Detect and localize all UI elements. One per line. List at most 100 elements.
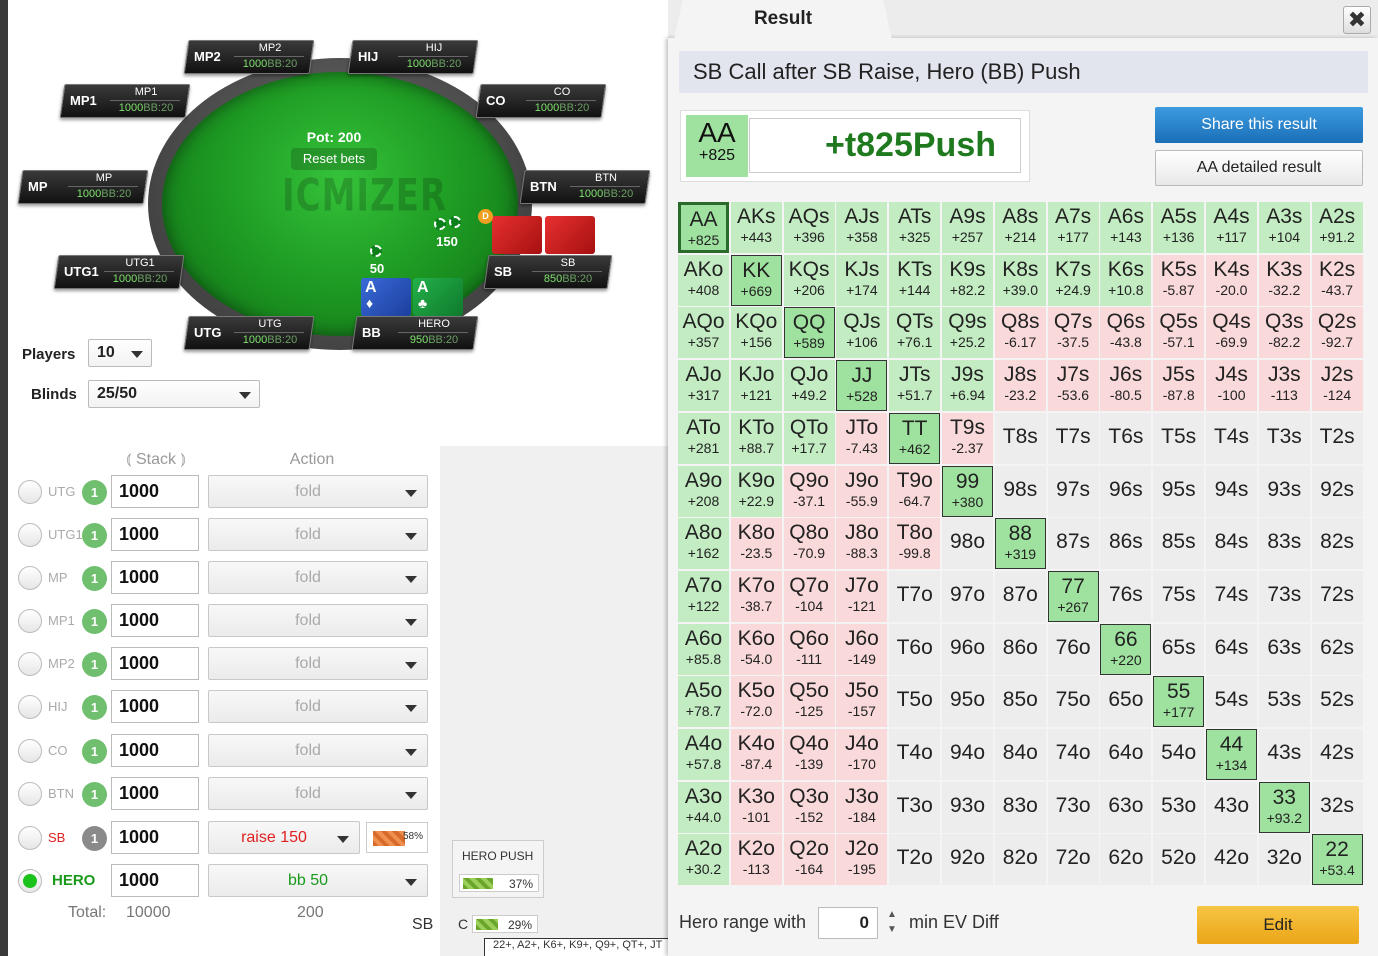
hand-cell[interactable]: JJ +528 <box>836 360 888 412</box>
hand-cell[interactable]: AJo +317 <box>678 360 729 412</box>
hand-cell[interactable]: TT +462 <box>889 412 941 464</box>
hand-cell[interactable]: J6o -149 <box>836 623 888 675</box>
seat-mp1[interactable]: MP1 MP1 1000BB:20 <box>59 84 191 118</box>
action-select[interactable]: fold <box>208 777 428 810</box>
hand-cell[interactable]: 83s <box>1258 518 1310 570</box>
hand-cell[interactable]: ATs +325 <box>889 202 941 253</box>
hand-cell[interactable]: J2s -124 <box>1311 360 1363 412</box>
stepper-up-icon[interactable]: ▲ <box>882 907 902 922</box>
hand-cell[interactable]: 98s <box>994 465 1046 517</box>
hand-cell[interactable]: K7s +24.9 <box>1047 254 1099 306</box>
action-select[interactable]: fold <box>208 518 428 551</box>
hand-cell[interactable]: 82s <box>1311 518 1363 570</box>
hand-cell[interactable]: AKo +408 <box>678 254 729 306</box>
hand-cell[interactable]: QTs +76.1 <box>889 307 941 359</box>
action-select[interactable]: fold <box>208 604 428 637</box>
hand-cell[interactable]: 75o <box>1047 676 1099 728</box>
hand-cell[interactable]: T9s -2.37 <box>942 412 993 464</box>
player-badge[interactable]: 1 <box>82 739 107 764</box>
hero-radio[interactable] <box>18 480 42 504</box>
hand-cell[interactable]: A9o +208 <box>678 465 729 517</box>
hand-cell[interactable]: 64s <box>1206 623 1257 675</box>
hand-cell[interactable]: A4o +57.8 <box>678 729 729 780</box>
seat-utg1[interactable]: UTG1 UTG1 1000BB:20 <box>53 255 185 289</box>
raise-range-percent[interactable]: 58% <box>366 822 428 853</box>
hero-radio[interactable] <box>18 652 42 676</box>
player-badge[interactable]: 1 <box>82 480 107 505</box>
hand-cell[interactable]: A5s +136 <box>1153 202 1205 253</box>
hand-cell[interactable]: J8s -23.2 <box>994 360 1046 412</box>
hand-cell[interactable]: 72o <box>1047 834 1099 886</box>
hand-cell[interactable]: 93s <box>1258 465 1310 517</box>
hand-cell[interactable]: J4o -170 <box>836 729 888 780</box>
stepper-down-icon[interactable]: ▼ <box>882 922 902 937</box>
hand-cell[interactable]: 97s <box>1047 465 1099 517</box>
hand-cell[interactable]: Q7s -37.5 <box>1047 307 1099 359</box>
seat-mp2[interactable]: MP2 MP2 1000BB:20 <box>183 40 315 74</box>
hand-cell[interactable]: 72s <box>1311 570 1363 622</box>
hero-radio[interactable] <box>18 739 42 763</box>
hand-cell[interactable]: 44 +134 <box>1206 729 1257 780</box>
hand-cell[interactable]: K8o -23.5 <box>730 518 782 570</box>
hand-cell[interactable]: T3o <box>889 781 941 833</box>
stack-input[interactable]: 1000 <box>111 821 199 854</box>
hand-cell[interactable]: 85o <box>994 676 1046 728</box>
hand-cell[interactable]: KK +669 <box>730 254 782 306</box>
hero-radio[interactable] <box>18 523 42 547</box>
hand-cell[interactable]: J4s -100 <box>1206 360 1257 412</box>
players-select[interactable]: 10 <box>88 339 152 367</box>
stack-input[interactable]: 1000 <box>111 647 199 680</box>
hand-cell[interactable]: 99 +380 <box>942 465 993 517</box>
hand-cell[interactable]: K9s +82.2 <box>942 254 993 306</box>
hand-cell[interactable]: 55 +177 <box>1153 676 1205 728</box>
hand-cell[interactable]: T4s <box>1206 412 1257 464</box>
hand-cell[interactable]: J9o -55.9 <box>836 465 888 517</box>
hand-cell[interactable]: Q8s -6.17 <box>994 307 1046 359</box>
seat-hij[interactable]: HIJ HIJ 1000BB:20 <box>347 40 479 74</box>
hero-radio[interactable] <box>18 695 42 719</box>
hand-cell[interactable]: T5o <box>889 676 941 728</box>
hand-cell[interactable]: 73o <box>1047 781 1099 833</box>
player-badge[interactable]: 1 <box>82 782 107 807</box>
hand-cell[interactable]: AA +825 <box>678 202 729 253</box>
hand-cell[interactable]: A2s +91.2 <box>1311 202 1363 253</box>
action-select[interactable]: fold <box>208 561 428 594</box>
hand-cell[interactable]: KTo +88.7 <box>730 412 782 464</box>
player-badge[interactable]: 1 <box>82 652 107 677</box>
hand-cell[interactable]: T3s <box>1258 412 1310 464</box>
hand-cell[interactable]: AJs +358 <box>836 202 888 253</box>
hand-cell[interactable]: AQs +396 <box>783 202 835 253</box>
hand-cell[interactable]: 87s <box>1047 518 1099 570</box>
hand-cell[interactable]: A2o +30.2 <box>678 834 729 886</box>
hand-cell[interactable]: 75s <box>1153 570 1205 622</box>
seat-hero-bb[interactable]: BB HERO 950BB:20 <box>351 316 479 350</box>
hand-cell[interactable]: Q7o -104 <box>783 570 835 622</box>
hand-cell[interactable]: JTo -7.43 <box>836 412 888 464</box>
hand-cell[interactable]: 66 +220 <box>1100 623 1152 675</box>
edit-button[interactable]: Edit <box>1197 906 1359 944</box>
hand-cell[interactable]: T8s <box>994 412 1046 464</box>
hand-cell[interactable]: AKs +443 <box>730 202 782 253</box>
hand-cell[interactable]: A3o +44.0 <box>678 781 729 833</box>
call-range-bar[interactable]: 29% <box>472 915 538 933</box>
hand-cell[interactable]: 32s <box>1311 781 1363 833</box>
hand-cell[interactable]: J2o -195 <box>836 834 888 886</box>
result-tab[interactable]: Result <box>674 0 892 40</box>
hand-cell[interactable]: Q4s -69.9 <box>1206 307 1257 359</box>
hand-cell[interactable]: A8s +214 <box>994 202 1046 253</box>
stack-input[interactable]: 1000 <box>111 864 199 897</box>
hand-cell[interactable]: KTs +144 <box>889 254 941 306</box>
hand-cell[interactable]: Q3s -82.2 <box>1258 307 1310 359</box>
hand-cell[interactable]: 82o <box>994 834 1046 886</box>
hand-cell[interactable]: K2s -43.7 <box>1311 254 1363 306</box>
hand-cell[interactable]: QJo +49.2 <box>783 360 835 412</box>
hero-push-range-bar[interactable]: 37% <box>459 874 539 892</box>
hand-cell[interactable]: J5o -157 <box>836 676 888 728</box>
hand-cell[interactable]: 76s <box>1100 570 1152 622</box>
hand-cell[interactable]: Q4o -139 <box>783 729 835 780</box>
hero-radio[interactable] <box>18 609 42 633</box>
player-badge[interactable]: 1 <box>82 566 107 591</box>
blinds-select[interactable]: 25/50 <box>88 380 260 408</box>
hand-cell[interactable]: 74o <box>1047 729 1099 780</box>
hand-cell[interactable]: 83o <box>994 781 1046 833</box>
